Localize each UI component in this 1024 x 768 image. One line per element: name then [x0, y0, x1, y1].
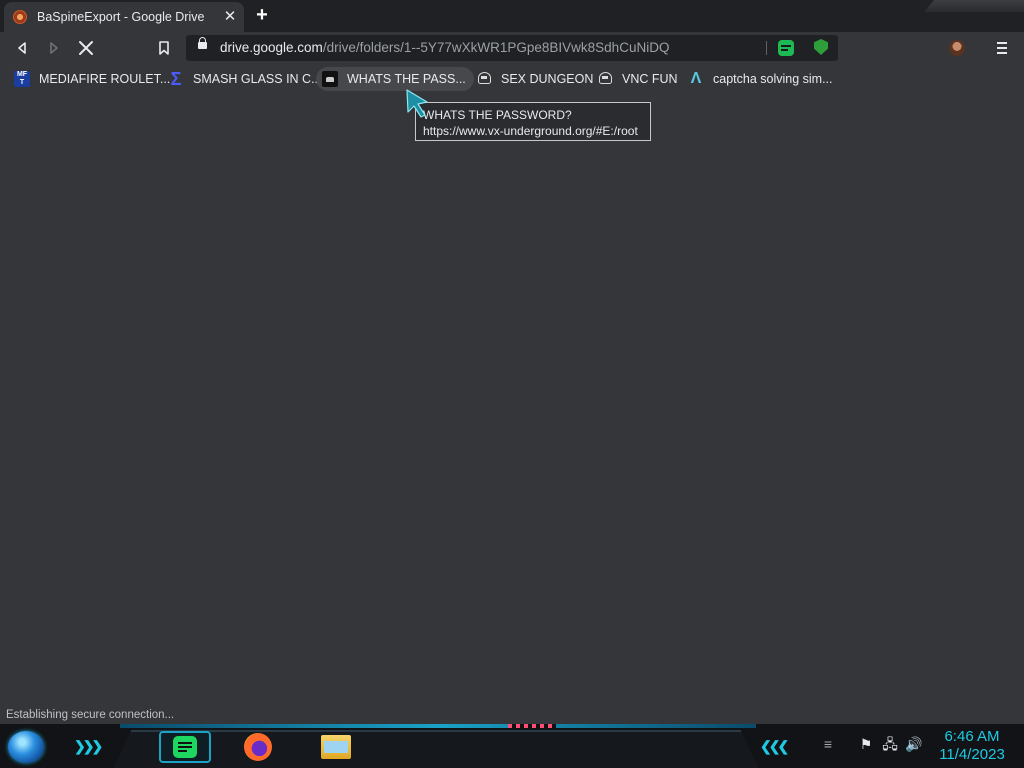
- bookmark-captcha-solving[interactable]: Λ captcha solving sim...: [682, 67, 841, 91]
- bookmark-label: SMASH GLASS IN C...: [193, 72, 322, 86]
- bookmark-label: WHATS THE PASS...: [347, 72, 466, 86]
- bookmark-smash-glass[interactable]: Σ SMASH GLASS IN C...: [162, 67, 330, 91]
- clock-date: 11/4/2023: [939, 746, 1005, 763]
- back-icon: [18, 42, 26, 54]
- tooltip-url: https://www.vx-underground.org/#E:/root: [423, 124, 638, 138]
- new-tab-button[interactable]: +: [252, 5, 272, 26]
- action-center-flag-icon[interactable]: ⚑: [858, 736, 874, 752]
- tooltip-title: WHATS THE PASSWORD?: [423, 108, 572, 122]
- system-clock[interactable]: 6:46 AM 11/4/2023: [930, 728, 1014, 764]
- chevron-decoration-icon: ❯❯❯: [74, 738, 103, 754]
- mouse-cursor-icon: [406, 89, 428, 118]
- stop-icon: [79, 41, 93, 55]
- lambda-icon: Λ: [690, 70, 702, 87]
- bookmark-sex-dungeon[interactable]: SEX DUNGEON: [470, 67, 601, 91]
- browser-toolbar: drive.google.com/drive/folders/1--5Y77wX…: [0, 32, 1024, 64]
- mediafire-icon: MF T: [14, 71, 30, 87]
- start-button[interactable]: [8, 731, 44, 763]
- firefox-icon: [244, 733, 272, 761]
- bookmark-vnc-fun[interactable]: VNC FUN: [591, 67, 686, 91]
- taskbar-app-sheets[interactable]: [154, 728, 216, 766]
- taskbar-app-file-explorer[interactable]: [316, 728, 356, 766]
- stop-loading-button[interactable]: [74, 36, 98, 60]
- url-path: /drive/folders/1--5Y77wXkWR1PGpe8BIVwk8S…: [322, 40, 670, 55]
- terminal-icon: [322, 71, 338, 87]
- taskbar: ❯❯❯ ❮❮❮ ≡ ⚑ 🖧 🔊 6:46 AM 11/4/2023: [0, 724, 1024, 768]
- extension-shield-icon[interactable]: [814, 39, 828, 55]
- close-tab-icon[interactable]: ✕: [222, 9, 238, 25]
- clock-time: 6:46 AM: [944, 728, 1000, 745]
- address-bar[interactable]: drive.google.com/drive/folders/1--5Y77wX…: [186, 35, 838, 61]
- lock-icon[interactable]: [198, 37, 207, 49]
- menu-icon[interactable]: [992, 38, 1012, 58]
- tab-favicon-icon: [13, 10, 27, 24]
- window-controls: [924, 0, 1024, 12]
- robot-icon: [597, 71, 613, 87]
- folder-icon: [321, 735, 351, 759]
- forward-button[interactable]: [42, 36, 66, 60]
- bookmark-label: captcha solving sim...: [713, 72, 833, 86]
- volume-icon[interactable]: 🔊: [905, 736, 922, 752]
- show-hidden-icons-icon[interactable]: ≡: [820, 736, 836, 752]
- page-content: [0, 94, 1024, 724]
- forward-icon: [50, 42, 58, 54]
- robot-icon: [476, 71, 492, 87]
- bookmark-page-button[interactable]: [152, 36, 176, 60]
- bookmark-label: VNC FUN: [622, 72, 678, 86]
- url-text[interactable]: drive.google.com/drive/folders/1--5Y77wX…: [220, 40, 669, 55]
- bookmark-tooltip: WHATS THE PASSWORD? https://www.vx-under…: [415, 102, 651, 141]
- active-app-frame: [159, 731, 211, 763]
- tab-title: BaSpineExport - Google Drive: [37, 10, 205, 24]
- bookmark-label: SEX DUNGEON: [501, 72, 594, 86]
- sheets-app-icon: [173, 736, 197, 758]
- taskbar-app-firefox[interactable]: [238, 728, 278, 766]
- chevron-decoration-icon: ❮❮❮: [760, 738, 789, 754]
- sigma-icon: Σ: [170, 69, 182, 89]
- bookmark-mediafire-roulette[interactable]: MF T MEDIAFIRE ROULET...: [8, 67, 178, 91]
- taskbar-accent-strip: [508, 724, 556, 728]
- tab-strip: BaSpineExport - Google Drive ✕ +: [0, 0, 1024, 32]
- network-icon[interactable]: 🖧: [882, 736, 898, 752]
- bookmark-whats-the-password[interactable]: WHATS THE PASS...: [316, 67, 474, 91]
- bookmark-icon: [159, 41, 169, 55]
- url-host: drive.google.com: [220, 40, 323, 55]
- status-bubble: Establishing secure connection...: [0, 706, 181, 724]
- omnibox-separator: [766, 41, 767, 55]
- back-button[interactable]: [10, 36, 34, 60]
- bookmarks-bar: MF T MEDIAFIRE ROULET... Σ SMASH GLASS IN…: [0, 64, 1024, 94]
- extension-sheets-icon[interactable]: [778, 40, 794, 56]
- profile-avatar[interactable]: [949, 40, 965, 56]
- bookmark-label: MEDIAFIRE ROULET...: [39, 72, 171, 86]
- tab-drive[interactable]: BaSpineExport - Google Drive ✕: [4, 2, 244, 32]
